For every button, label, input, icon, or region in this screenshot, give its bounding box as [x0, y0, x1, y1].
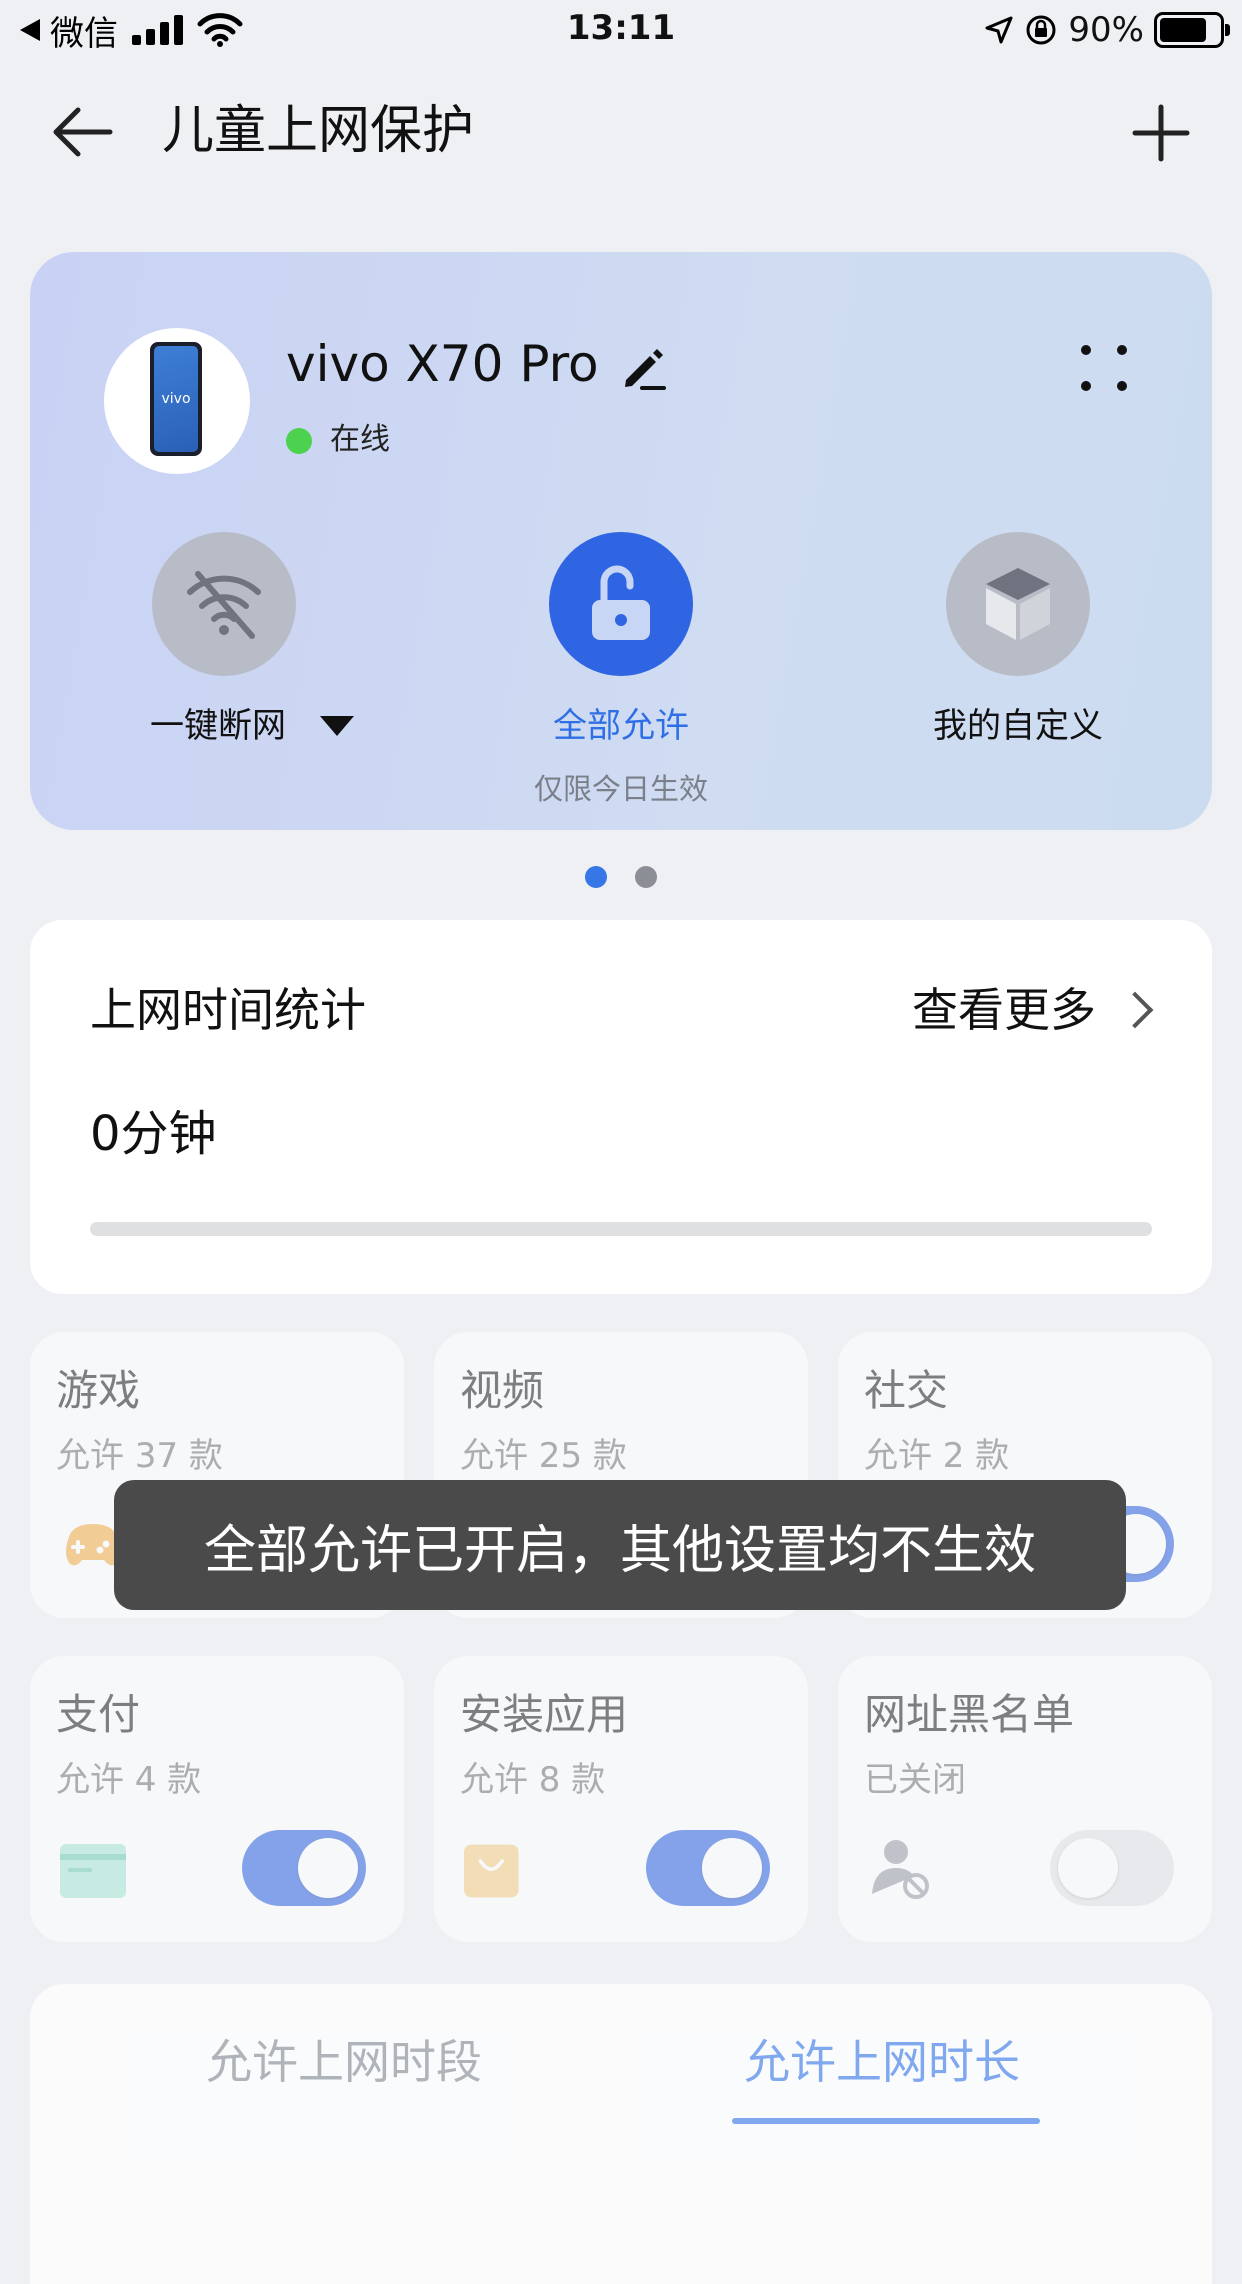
disconnect-label: 一键断网 [150, 706, 286, 746]
tile-subtitle: 已关闭 [864, 1760, 966, 1800]
tile-url-blacklist[interactable]: 网址黑名单 已关闭 [838, 1656, 1212, 1942]
url-blacklist-toggle[interactable] [1050, 1830, 1174, 1906]
tile-title: 游戏 [56, 1366, 141, 1415]
device-card: vivo vivo X70 Pro 在线 一键断网 全部允许 仅限今日生效 我的… [30, 252, 1212, 830]
add-icon[interactable] [1132, 104, 1190, 162]
custom-mode-button[interactable] [946, 532, 1090, 676]
card-icon [60, 1844, 126, 1898]
page-title: 儿童上网保护 [162, 101, 475, 161]
tile-subtitle: 允许 4 款 [56, 1760, 202, 1800]
phone-icon: vivo [150, 342, 202, 456]
tile-title: 视频 [460, 1366, 545, 1415]
tile-subtitle: 允许 25 款 [460, 1436, 627, 1476]
phone-brand: vivo [161, 391, 191, 407]
allow-all-note: 仅限今日生效 [533, 772, 708, 806]
active-tab-underline [732, 2118, 1040, 2124]
battery-percent: 90% [1068, 10, 1144, 50]
see-more-label: 查看更多 [912, 983, 1096, 1037]
tile-title: 安装应用 [460, 1690, 629, 1739]
more-options-icon[interactable] [1076, 340, 1132, 396]
install-apps-toggle[interactable] [646, 1830, 770, 1906]
status-right: 90% [984, 8, 1230, 52]
rotation-lock-icon [1026, 15, 1056, 45]
user-blocked-icon [872, 1840, 929, 1899]
custom-mode-label: 我的自定义 [933, 706, 1103, 746]
online-status: 在线 [330, 422, 390, 457]
toast-message: 全部允许已开启，其他设置均不生效 [114, 1480, 1126, 1610]
usage-value: 0分钟 [90, 1106, 217, 1162]
usage-card: 上网时间统计 查看更多 0分钟 [30, 920, 1212, 1294]
disconnect-button[interactable] [152, 532, 296, 676]
edit-pencil-icon[interactable] [620, 344, 668, 392]
unlock-icon [592, 565, 650, 640]
back-arrow-icon[interactable] [50, 104, 116, 160]
dropdown-triangle-icon [320, 716, 354, 736]
allow-all-button[interactable] [549, 532, 693, 676]
usage-progress-bar [90, 1222, 1152, 1236]
tile-title: 社交 [864, 1366, 949, 1415]
device-name: vivo X70 Pro [286, 335, 599, 393]
chevron-right-icon [1116, 991, 1154, 1029]
tile-install-apps[interactable]: 安装应用 允许 8 款 [434, 1656, 808, 1942]
tile-subtitle: 允许 8 款 [460, 1760, 606, 1800]
page-indicator [0, 866, 1242, 888]
online-indicator [286, 428, 312, 454]
tile-subtitle: 允许 37 款 [56, 1436, 223, 1476]
device-avatar: vivo [104, 328, 250, 474]
battery-icon [1154, 12, 1230, 48]
tile-title: 网址黑名单 [864, 1690, 1075, 1739]
wifi-off-icon [187, 571, 261, 639]
disconnect-label-row[interactable]: 一键断网 [150, 702, 354, 750]
page-dot-2 [635, 866, 657, 888]
allow-all-label: 全部允许 [553, 706, 689, 746]
location-arrow-icon [985, 16, 1013, 44]
tab-allowed-duration[interactable]: 允许上网时长 [744, 2030, 1020, 2094]
usage-title: 上网时间统计 [90, 983, 366, 1037]
tab-allowed-periods[interactable]: 允许上网时段 [206, 2030, 482, 2094]
tile-title: 支付 [56, 1690, 141, 1739]
tile-payment[interactable]: 支付 允许 4 款 [30, 1656, 404, 1942]
time-settings-card: 允许上网时段 允许上网时长 [30, 1984, 1212, 2284]
shopping-bag-icon [464, 1844, 519, 1898]
see-more-link[interactable]: 查看更多 [912, 978, 1154, 1042]
cube-icon [986, 568, 1050, 640]
page-dot-1 [585, 866, 607, 888]
payment-toggle[interactable] [242, 1830, 366, 1906]
tile-subtitle: 允许 2 款 [864, 1436, 1010, 1476]
